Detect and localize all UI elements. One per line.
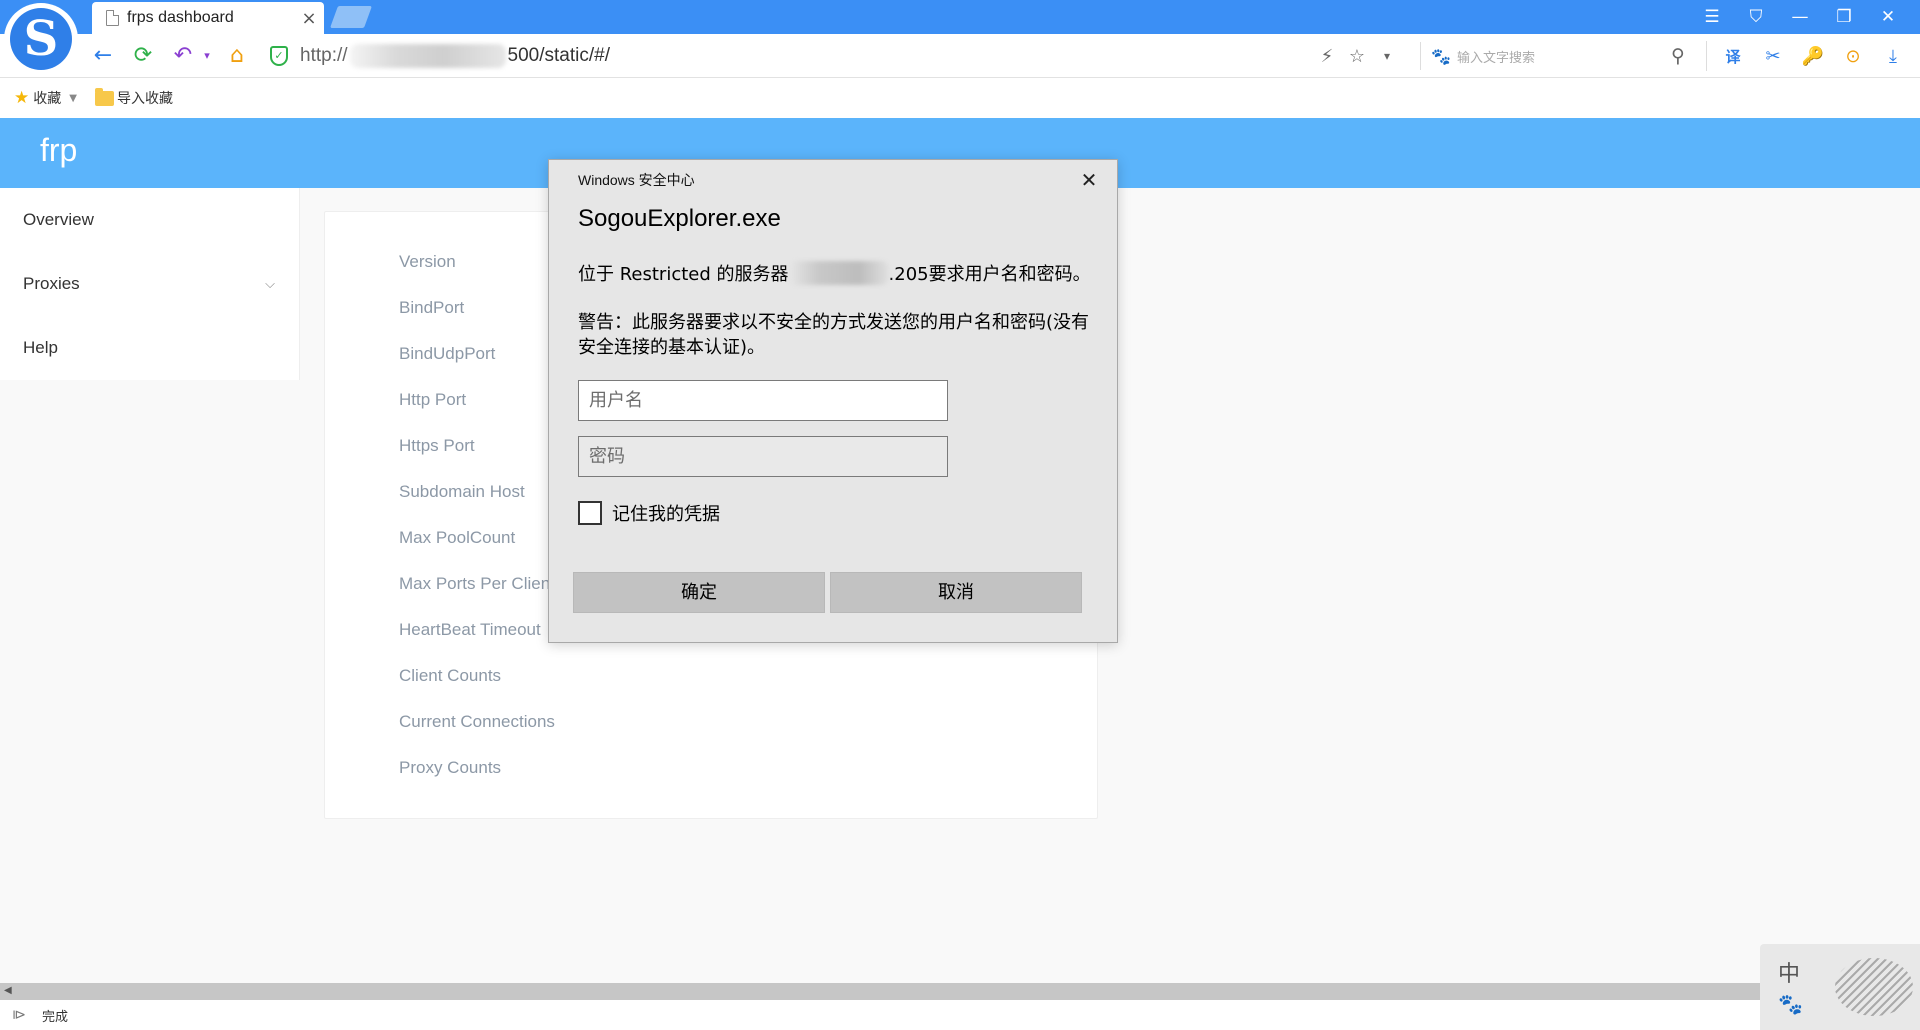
remember-checkbox[interactable] — [578, 501, 602, 525]
info-label-bindport: BindPort — [399, 298, 465, 317]
close-window-button[interactable]: ✕ — [1866, 7, 1910, 27]
ime-mode-indicator[interactable]: 中 — [1778, 956, 1800, 988]
url-text[interactable]: http:// 500/static/#/ — [300, 44, 610, 68]
credential-dialog: Windows 安全中心 ✕ SogouExplorer.exe 位于 Rest… — [548, 159, 1118, 643]
favorites-star-icon: ★ — [14, 88, 30, 108]
password-field[interactable] — [578, 436, 948, 477]
browser-tab[interactable]: frps dashboard × — [92, 2, 324, 34]
menu-icon[interactable]: ☰ — [1690, 7, 1734, 27]
status-text: 完成 — [42, 1009, 69, 1025]
app-brand[interactable]: frp — [40, 132, 77, 169]
info-label-heartbeat-timeout: HeartBeat Timeout — [399, 620, 541, 639]
speed-mode-icon[interactable]: ⚡ — [1312, 46, 1342, 67]
skin-icon[interactable]: ⛉ — [1734, 7, 1778, 27]
info-label-https-port: Https Port — [399, 436, 475, 455]
browser-titlebar: frps dashboard × ☰ ⛉ — ❐ ✕ — [0, 0, 1920, 34]
minimize-button[interactable]: — — [1778, 7, 1822, 27]
address-bar[interactable]: ✓ http:// 500/static/#/ — [270, 40, 1310, 72]
page-icon — [106, 10, 119, 26]
favorites-menu[interactable]: ★ 收藏 ▼ — [14, 88, 77, 108]
tab-title: frps dashboard — [127, 9, 234, 26]
info-label-version: Version — [399, 252, 456, 271]
sidebar-toggle-icon[interactable]: ⧐ — [12, 1007, 30, 1023]
dialog-title: SogouExplorer.exe — [578, 205, 781, 232]
navigation-bar: ← ⟳ ↶ ▾ ⌂ ✓ http:// 500/static/#/ ⚡ ☆ ▾ … — [0, 34, 1920, 78]
translate-icon[interactable]: 译 — [1713, 46, 1753, 67]
tab-close-icon[interactable]: × — [294, 8, 324, 29]
download-icon[interactable]: ⤓ — [1873, 46, 1913, 67]
import-bookmarks[interactable]: 导入收藏 — [94, 87, 173, 108]
refresh-icon[interactable]: ⟳ — [128, 41, 158, 71]
sidebar-item-proxies[interactable]: Proxies ⌵ — [0, 252, 299, 316]
info-label-client-counts: Client Counts — [399, 666, 502, 685]
undo-dropdown-icon[interactable]: ▾ — [192, 41, 222, 71]
restore-button[interactable]: ❐ — [1822, 7, 1866, 27]
info-label-http-port: Http Port — [399, 390, 467, 409]
sidebar-item-help[interactable]: Help — [0, 316, 299, 380]
search-input[interactable]: 输入文字搜索 — [1457, 47, 1664, 66]
browser-logo[interactable]: S — [4, 3, 78, 75]
new-tab-button[interactable] — [329, 6, 373, 28]
dialog-close-icon[interactable]: ✕ — [1073, 166, 1105, 194]
import-label: 导入收藏 — [116, 91, 173, 107]
back-icon[interactable]: ← — [88, 41, 118, 71]
chevron-down-icon: ⌵ — [265, 276, 275, 291]
sidebar: Overview Proxies ⌵ Help — [0, 188, 300, 380]
emoji-icon[interactable]: ⊙ — [1833, 46, 1873, 67]
bookmark-star-icon[interactable]: ☆ — [1342, 46, 1372, 67]
info-label-bindudpport: BindUdpPort — [399, 344, 496, 363]
ime-skin-graphic — [1835, 958, 1913, 1016]
chevron-down-icon: ▼ — [69, 92, 77, 104]
ok-button[interactable]: 确定 — [573, 572, 825, 613]
address-actions: ⚡ ☆ ▾ — [1312, 41, 1402, 71]
ime-logo-icon: 🐾 — [1778, 992, 1803, 1016]
favorites-label: 收藏 — [33, 91, 62, 107]
redacted-host — [349, 44, 506, 68]
window-controls: ☰ ⛉ — ❐ ✕ — [1690, 0, 1910, 34]
info-label-max-poolcount: Max PoolCount — [399, 528, 516, 547]
info-label-current-connections: Current Connections — [399, 712, 555, 731]
info-label-subdomain-host: Subdomain Host — [399, 482, 525, 501]
dialog-warning: 警告：此服务器要求以不安全的方式发送您的用户名和密码(没有安全连接的基本认证)。 — [578, 312, 1090, 358]
folder-icon — [94, 87, 114, 106]
remember-credentials[interactable]: 记住我的凭据 — [578, 500, 720, 526]
info-label-proxy-counts: Proxy Counts — [399, 758, 502, 777]
username-field[interactable] — [578, 380, 948, 421]
address-dropdown-icon[interactable]: ▾ — [1372, 49, 1402, 63]
redacted-server — [788, 261, 889, 285]
search-icon[interactable]: ⚲ — [1664, 45, 1692, 67]
search-engine-icon[interactable]: 🐾 — [1431, 47, 1457, 66]
scroll-left-icon[interactable]: ◀ — [4, 985, 12, 996]
bookmarks-bar: ★ 收藏 ▼ 导入收藏 — [0, 79, 1920, 117]
password-key-icon[interactable]: 🔑 — [1793, 46, 1833, 67]
home-icon[interactable]: ⌂ — [222, 41, 252, 71]
cancel-button[interactable]: 取消 — [830, 572, 1082, 613]
toolbar-extensions: 译 ✂ 🔑 ⊙ ⤓ — [1706, 41, 1913, 71]
dialog-message: 位于 Restricted 的服务器 .205要求用户名和密码。 — [578, 260, 1091, 286]
dialog-caption: Windows 安全中心 — [578, 172, 695, 188]
info-label-max-ports-per-client: Max Ports Per Client — [399, 574, 555, 593]
sidebar-item-overview[interactable]: Overview — [0, 188, 299, 252]
remember-label: 记住我的凭据 — [612, 504, 720, 525]
ime-toolbar[interactable]: 中 🐾 — [1760, 944, 1920, 1030]
screenshot-scissors-icon[interactable]: ✂ — [1753, 46, 1793, 67]
secure-shield-icon: ✓ — [270, 46, 288, 66]
status-bar: ⧐ 完成 — [0, 1000, 1920, 1030]
search-box[interactable]: 🐾 输入文字搜索 ⚲ — [1420, 42, 1692, 70]
horizontal-scrollbar[interactable]: ◀ — [0, 983, 1760, 1000]
